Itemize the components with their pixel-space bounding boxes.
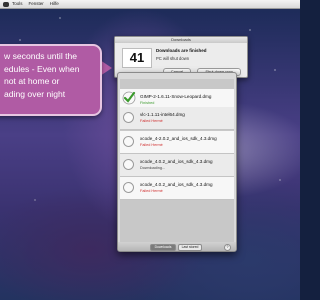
download-status: Downloading... [140,166,166,170]
alert-title: Downloads [115,37,247,43]
status-circle-icon [123,159,134,170]
notification-line-4: ading over night [4,88,66,99]
notification-line-1: w seconds until the [4,51,78,61]
download-list[interactable]: GIMP-2-1.6.11-Snow-Leopard.dmg Finished … [120,79,234,242]
download-filename: xcode_4.0.2_and_ios_sdk_4.3.dmg [140,182,213,187]
help-icon[interactable]: ? [224,244,231,251]
menu-item-fenster[interactable]: Fenster [29,0,44,8]
alert-message: Downloads are finished [156,48,207,53]
download-row[interactable]: xcode_4.0.2_and_ios_sdk_4.3.dmg Download… [120,154,234,177]
notification-bubble: w seconds until the edules - Even when n… [0,44,102,116]
notification-line-3: not at home or [4,76,60,86]
downloads-window: GIMP-2-1.6.11-Snow-Leopard.dmg Finished … [117,72,237,252]
download-status: Failed Hermé [140,143,163,147]
download-row[interactable]: vlc-1.1.11-intel64.dmg Failed Hermé [120,107,234,130]
menu-bar: Tools Fenster Hilfe [0,0,300,9]
finished-check-icon [122,91,136,105]
alert-submessage: PC will shut down [156,56,190,61]
status-circle-icon [123,182,134,193]
countdown-value: 41 [122,48,152,68]
download-filename: vlc-1.1.11-intel64.dmg [140,112,185,117]
status-circle-icon [123,112,134,123]
download-status: Finished [140,101,155,105]
download-status: Failed Hermé [140,189,163,193]
download-row[interactable]: xcode_4.0.2_and_ios_sdk_4.3.dmg Failed H… [120,177,234,200]
notification-line-2: edules - Even when [4,63,80,74]
download-filename: xcode_4-2.0.2_and_ios_sdk_4.3.dmg [140,136,217,141]
tab-downloads[interactable]: Downloads [150,244,176,251]
menu-item-hilfe[interactable]: Hilfe [50,0,59,8]
status-circle-icon [123,136,134,147]
downloads-footer: Downloads Last stored ? [118,242,236,251]
menu-item-tools[interactable]: Tools [12,0,23,8]
download-filename: xcode_4.0.2_and_ios_sdk_4.3.dmg [140,159,213,164]
tab-last-stored[interactable]: Last stored [178,244,202,251]
download-row[interactable]: xcode_4-2.0.2_and_ios_sdk_4.3.dmg Failed… [120,131,234,154]
download-filename: GIMP-2-1.6.11-Snow-Leopard.dmg [140,94,212,99]
apple-menu-icon[interactable] [3,1,9,7]
download-status: Failed Hermé [140,119,163,123]
